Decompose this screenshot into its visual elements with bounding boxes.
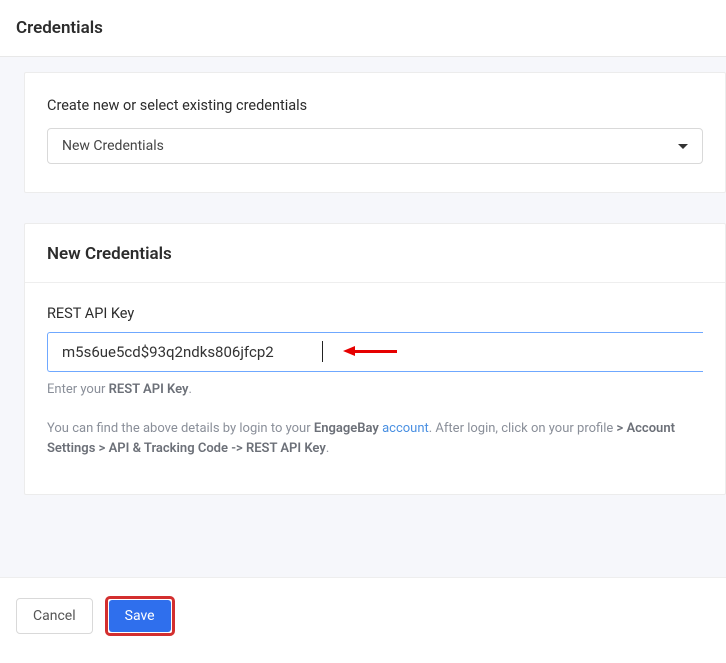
api-key-label: REST API Key <box>47 305 703 322</box>
credentials-select[interactable]: New Credentials <box>47 128 703 164</box>
annotation-arrow <box>343 346 397 356</box>
api-key-input-row <box>47 332 703 372</box>
page-header: Credentials <box>0 0 726 57</box>
arrow-shaft <box>355 350 397 353</box>
api-key-description: You can find the above details by login … <box>47 419 703 458</box>
footer-actions: Cancel Save <box>0 577 726 654</box>
new-credentials-header: New Credentials <box>25 224 725 283</box>
text-cursor <box>322 341 323 362</box>
new-credentials-body: REST API Key Enter your REST API Key. Yo… <box>25 283 725 458</box>
arrow-left-icon <box>343 346 355 356</box>
save-button[interactable]: Save <box>109 600 171 632</box>
credentials-select-label: Create new or select existing credential… <box>47 97 703 114</box>
page-title: Credentials <box>16 18 710 38</box>
save-button-highlight: Save <box>105 596 175 636</box>
credentials-select-panel: Create new or select existing credential… <box>24 72 726 193</box>
cancel-button[interactable]: Cancel <box>16 598 93 634</box>
credentials-select-value: New Credentials <box>62 138 164 154</box>
content-area: Create new or select existing credential… <box>0 57 726 577</box>
new-credentials-panel: New Credentials REST API Key Enter your … <box>24 223 726 495</box>
api-key-helper: Enter your REST API Key. <box>47 382 703 397</box>
account-link[interactable]: account <box>382 421 429 436</box>
chevron-down-icon <box>678 144 688 149</box>
new-credentials-title: New Credentials <box>47 244 703 264</box>
